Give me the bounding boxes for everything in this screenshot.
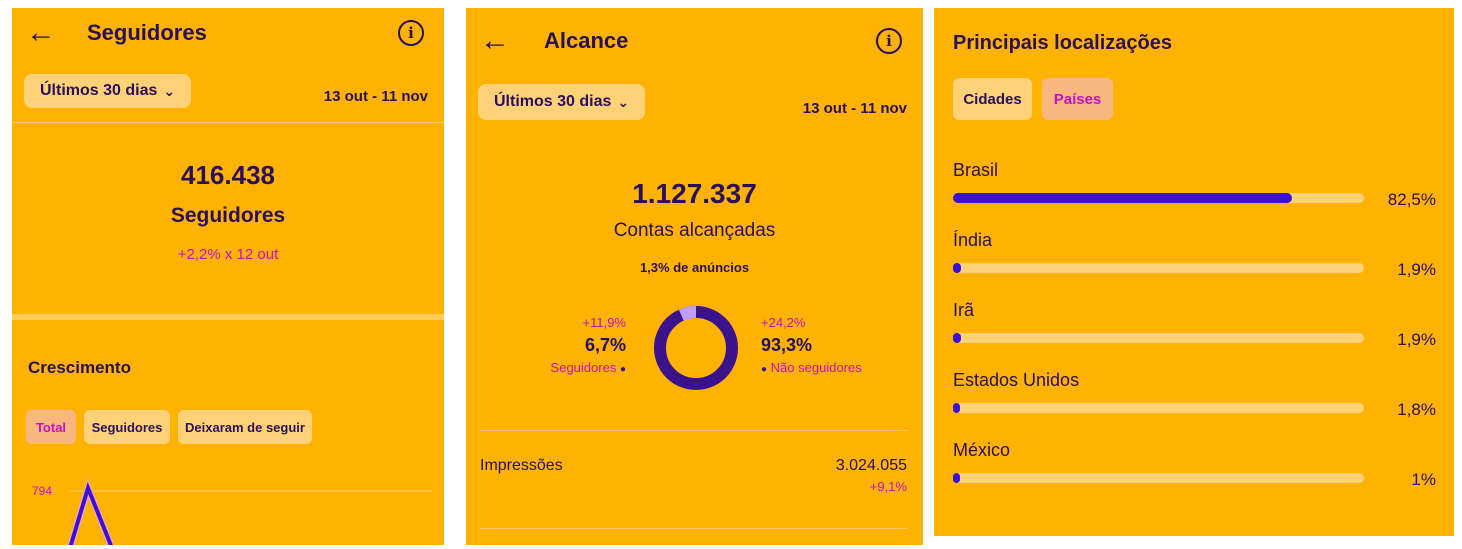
reach-total-label: Contas alcançadas <box>613 220 776 241</box>
location-bar-track <box>953 473 1364 483</box>
page-title: Alcance <box>544 28 629 53</box>
period-dropdown[interactable]: Últimos 30 dias ⌄ <box>24 74 192 108</box>
location-bar-fill <box>953 263 961 273</box>
non-followers-legend: ● Não seguidores <box>761 360 862 375</box>
back-arrow-icon[interactable]: ← <box>480 26 510 56</box>
info-icon[interactable]: i <box>876 28 902 54</box>
followers-legend-label: Seguidores <box>550 360 617 375</box>
followers-total: 416.438 <box>181 160 275 190</box>
location-name: Estados Unidos <box>953 370 1080 390</box>
location-name: Brasil <box>953 160 999 180</box>
followers-change: +2,2% x 12 out <box>177 246 279 263</box>
legend-dot-icon: ● <box>761 364 768 375</box>
locations-title: Principais localizações <box>953 32 1172 54</box>
impressions-value: 3.024.055 <box>835 457 907 474</box>
reach-total: 1.127.337 <box>632 178 757 209</box>
chevron-down-icon: ⌄ <box>617 93 630 110</box>
growth-chart <box>67 478 432 545</box>
location-pct: 1% <box>1411 470 1436 489</box>
location-pct: 82,5% <box>1387 190 1436 209</box>
tab-total[interactable]: Total <box>26 410 76 444</box>
non-followers-pct: 93,3% <box>761 335 813 355</box>
followers-legend: Seguidores ● <box>551 360 626 375</box>
chevron-down-icon: ⌄ <box>163 82 176 99</box>
ads-note: 1,3% de anúncios <box>639 260 750 275</box>
info-icon[interactable]: i <box>398 20 424 46</box>
location-name: Irã <box>953 300 975 320</box>
tab-unfollowed[interactable]: Deixaram de seguir <box>178 410 312 444</box>
period-dropdown-label: Últimos 30 dias <box>40 82 158 99</box>
legend-dot-icon: ● <box>619 364 626 375</box>
date-range: 13 out - 11 nov <box>802 100 907 117</box>
location-pct: 1,9% <box>1397 260 1436 279</box>
growth-title: Crescimento <box>28 358 131 377</box>
non-followers-arc <box>654 306 738 390</box>
location-bar-fill <box>953 473 960 483</box>
reach-donut <box>654 306 738 390</box>
period-dropdown-label: Últimos 30 dias <box>494 93 612 110</box>
tab-followers[interactable]: Seguidores <box>84 410 170 444</box>
reach-panel: ← Alcance i Últimos 30 dias ⌄ 13 out - 1… <box>466 8 923 545</box>
back-arrow-icon[interactable]: ← <box>26 18 56 48</box>
location-bar-fill <box>953 193 1293 203</box>
tab-countries[interactable]: Países <box>1042 78 1113 120</box>
non-followers-change: +24,2% <box>761 315 806 330</box>
location-bar-fill <box>953 403 961 413</box>
followers-change: +11,9% <box>582 315 627 330</box>
location-pct: 1,9% <box>1397 330 1436 349</box>
location-name: México <box>953 440 1011 460</box>
location-bar-fill <box>953 333 961 343</box>
followers-arc <box>678 306 697 321</box>
section-divider <box>12 314 444 320</box>
location-bar-track <box>953 263 1364 273</box>
impressions-change: +9,1% <box>869 479 907 494</box>
impressions-label: Impressões <box>480 457 563 474</box>
location-bar-track <box>953 333 1364 343</box>
period-dropdown[interactable]: Últimos 30 dias ⌄ <box>478 84 646 120</box>
location-pct: 1,8% <box>1397 400 1436 419</box>
followers-pct: 6,7% <box>584 335 626 355</box>
followers-total-label: Seguidores <box>170 204 286 227</box>
locations-panel: Principais localizações Cidades Países B… <box>934 8 1454 536</box>
followers-panel: ← Seguidores i Últimos 30 dias ⌄ 13 out … <box>12 8 444 545</box>
location-name: Índia <box>953 230 993 250</box>
location-bar-track <box>953 403 1364 413</box>
tab-cities[interactable]: Cidades <box>953 78 1032 120</box>
location-bar-track <box>953 193 1364 203</box>
date-range: 13 out - 11 nov <box>323 88 428 105</box>
non-followers-legend-label: Não seguidores <box>770 360 862 375</box>
page-title: Seguidores <box>87 20 207 45</box>
